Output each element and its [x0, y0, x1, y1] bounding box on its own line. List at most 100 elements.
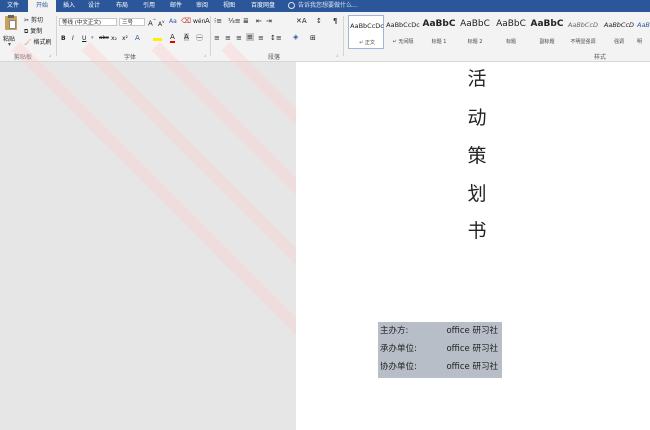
align-center-icon[interactable]: ≡ [225, 34, 231, 42]
borders-icon[interactable]: ⊞ [310, 34, 316, 42]
text-effects-icon[interactable]: A [135, 34, 140, 42]
tab-baidu-netdisk[interactable]: 百度网盘 [244, 0, 282, 12]
grow-font-button[interactable]: A^ [148, 18, 156, 27]
font-color-button[interactable]: A [170, 33, 175, 43]
style-title[interactable]: AaBbC 标题 [493, 15, 529, 49]
align-right-icon[interactable]: ≡ [236, 34, 242, 42]
font-name-combo[interactable]: 等线 (中文正文) [59, 18, 117, 26]
tab-mailings[interactable]: 邮件 [163, 0, 189, 12]
style-heading-2[interactable]: AaBbC 标题 2 [457, 15, 493, 49]
underline-button[interactable]: U [82, 35, 86, 42]
increase-indent-icon[interactable]: ⇥ [266, 17, 272, 25]
justify-icon[interactable]: ≡ [246, 33, 254, 41]
highlighter-icon [153, 38, 162, 41]
sort-icon[interactable]: ↕ [316, 17, 322, 25]
style-name: 副标题 [539, 39, 555, 45]
font-size-combo[interactable]: 三号 [119, 18, 145, 26]
chevron-down-icon[interactable]: ▾ [91, 35, 94, 41]
style-sample: AaBbCcD [567, 21, 599, 29]
highlight-button[interactable] [153, 34, 162, 41]
title-char[interactable]: 动 [466, 103, 488, 130]
divider [343, 16, 344, 56]
tab-file[interactable]: 文件 [0, 0, 26, 12]
subscript-button[interactable]: x₂ [111, 35, 117, 42]
format-painter-button[interactable]: 🖌 格式刷 [24, 37, 52, 46]
chinese-layout-icon[interactable]: ✕A [296, 17, 307, 25]
font-group-label: 字体 [124, 54, 137, 61]
style-name: 标题 1 [431, 39, 447, 45]
distribute-icon[interactable]: ≡ [258, 34, 264, 42]
info-row-organizer[interactable]: 主办方: office 研习社 [380, 324, 502, 340]
phonetic-icon[interactable]: wén [193, 18, 205, 25]
multilevel-list-icon[interactable]: ≣ [243, 17, 249, 25]
tab-layout[interactable]: 布局 [108, 0, 136, 12]
style-emphasis[interactable]: AaBbCcD 强调 [601, 15, 637, 49]
info-value: office 研习社 [446, 344, 498, 354]
tell-me-text: 告诉我您想要做什么... [298, 2, 358, 9]
tab-insert[interactable]: 插入 [57, 0, 81, 12]
char-shading-icon[interactable]: A [184, 33, 189, 41]
align-left-icon[interactable]: ≡ [214, 34, 220, 42]
style-sample: AaBbCcDc [386, 21, 420, 29]
style-name: 不明显强调 [570, 39, 596, 45]
format-painter-label: 格式刷 [33, 39, 52, 46]
title-char[interactable]: 活 [466, 64, 488, 91]
numbering-icon[interactable]: ⅓≡ [228, 17, 241, 25]
style-no-spacing[interactable]: AaBbCcDc ↵ 无间隔 [385, 15, 421, 49]
tab-review[interactable]: 审阅 [190, 0, 214, 12]
tab-references[interactable]: 引用 [137, 0, 161, 12]
bullets-icon[interactable]: ⁝≡ [214, 17, 222, 25]
style-sample: AaBbCcDc [350, 22, 384, 30]
font-launcher-icon[interactable]: ⌟ [204, 52, 206, 58]
superscript-button[interactable]: x² [122, 35, 128, 42]
style-name: 明 [637, 39, 643, 45]
chevron-down-icon: ▾ [8, 41, 12, 48]
style-subtle-emphasis[interactable]: AaBbCcD 不明显强调 [565, 15, 601, 49]
style-name: 强调 [613, 39, 624, 45]
cut-button[interactable]: ✂ 剪切 [24, 15, 43, 24]
clipboard-launcher-icon[interactable]: ⌟ [49, 52, 51, 58]
styles-group-label: 样式 [594, 54, 607, 61]
info-row-undertaker[interactable]: 承办单位: office 研习社 [380, 342, 502, 358]
style-subtitle[interactable]: AaBbC 副标题 [529, 15, 565, 49]
style-normal[interactable]: AaBbCcDc ↵ 正文 [348, 15, 384, 49]
style-name: 标题 [505, 39, 516, 45]
italic-button[interactable]: I [72, 35, 74, 42]
style-name: ↵ 正文 [359, 40, 375, 46]
title-char[interactable]: 划 [466, 179, 488, 206]
paragraph-launcher-icon[interactable]: ⌟ [336, 52, 338, 58]
brush-icon: 🖌 [24, 39, 32, 46]
line-spacing-icon[interactable]: ↕≡ [270, 34, 282, 42]
style-sample: AaBbC [460, 19, 490, 29]
decrease-indent-icon[interactable]: ⇤ [256, 17, 262, 25]
clipboard-icon [5, 15, 17, 30]
font-color-icon: A [170, 33, 175, 43]
tab-view[interactable]: 视图 [216, 0, 242, 12]
scissors-icon: ✂ [24, 17, 30, 24]
info-value: office 研习社 [446, 362, 498, 372]
style-heading-1[interactable]: AaBbC 标题 1 [421, 15, 457, 49]
shading-icon[interactable]: ◈ [293, 33, 298, 41]
enclosed-char-icon[interactable]: ㊀ [196, 33, 203, 43]
show-marks-icon[interactable]: ¶ [333, 17, 337, 25]
tab-design[interactable]: 设计 [82, 0, 106, 12]
bold-button[interactable]: B [61, 35, 66, 42]
shrink-font-button[interactable]: Av [158, 19, 164, 28]
info-row-co-organizer[interactable]: 协办单位: office 研习社 [380, 360, 502, 376]
title-char[interactable]: 书 [466, 216, 488, 243]
tell-me-box[interactable]: 告诉我您想要做什么... [288, 0, 358, 12]
strikethrough-button[interactable]: abc [99, 35, 109, 41]
style-sample: AaBbCcD [603, 21, 635, 29]
eraser-icon[interactable]: ⌫ [181, 17, 191, 25]
title-char[interactable]: 策 [466, 141, 488, 168]
copy-button[interactable]: ⧉ 复制 [24, 26, 42, 36]
clear-format-icon[interactable]: Aa [169, 18, 177, 25]
style-sample: AaBbC [422, 19, 456, 29]
info-label: 协办单位: [380, 362, 417, 372]
style-name: ↵ 无间隔 [392, 39, 414, 45]
document-canvas [0, 42, 373, 430]
info-value: office 研习社 [446, 326, 498, 336]
style-sample: AaBbC [530, 19, 564, 29]
style-intense-emphasis[interactable]: AaBb 明 [637, 15, 650, 49]
selected-info-block[interactable]: 主办方: office 研习社 承办单位: office 研习社 协办单位: o… [378, 322, 502, 378]
